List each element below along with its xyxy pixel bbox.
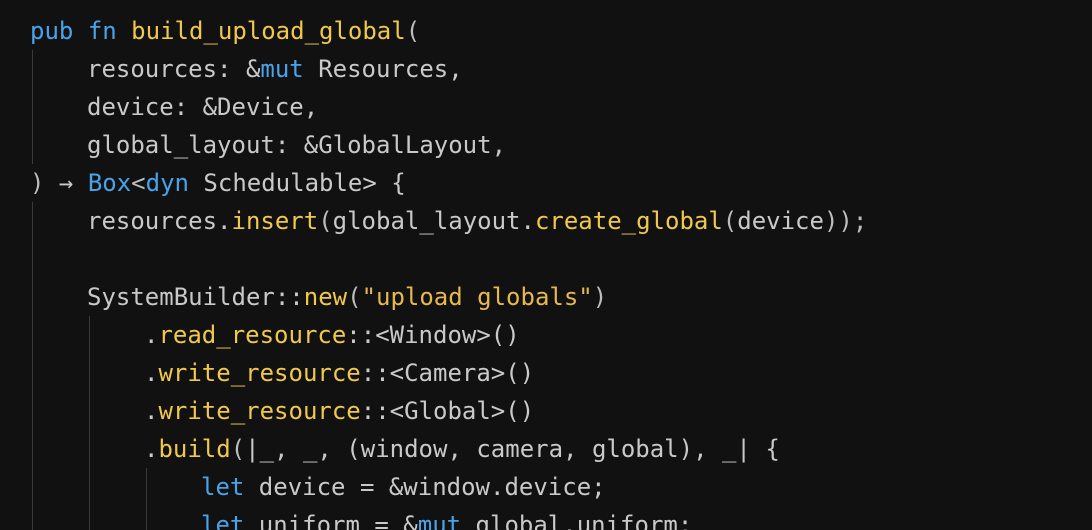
code-token: Box bbox=[87, 169, 132, 197]
code-token: resources. bbox=[87, 207, 232, 235]
code-line-content: device: &Device, bbox=[87, 88, 318, 126]
indent-guide bbox=[89, 430, 90, 468]
code-token: create_global bbox=[534, 207, 723, 235]
code-token: |_, _, (window, camera, global), _| { bbox=[245, 435, 780, 463]
code-token: ( bbox=[230, 435, 246, 463]
code-token: ::<Window>() bbox=[346, 321, 520, 349]
code-line-content: .write_resource::<Camera>() bbox=[144, 354, 534, 392]
indent-guide bbox=[32, 316, 33, 354]
code-token: )); bbox=[823, 207, 868, 235]
indent-guide bbox=[32, 50, 33, 88]
code-token: ::<Global>() bbox=[360, 397, 535, 425]
code-token: fn bbox=[87, 17, 117, 45]
code-token: global_layout: &GlobalLayout, bbox=[87, 131, 507, 159]
indent-guide bbox=[32, 506, 33, 530]
code-line-content: global_layout: &GlobalLayout, bbox=[87, 126, 506, 164]
indent-guide bbox=[32, 202, 33, 240]
code-token: mut bbox=[260, 55, 304, 83]
code-token: . bbox=[144, 321, 159, 349]
code-token: "upload globals" bbox=[361, 283, 593, 311]
code-token: . bbox=[144, 397, 159, 425]
code-token: pub bbox=[30, 17, 74, 45]
code-token: build bbox=[158, 435, 231, 463]
indent-guide bbox=[32, 278, 33, 316]
code-token: let bbox=[201, 511, 245, 530]
code-token: device bbox=[737, 207, 824, 235]
code-line-content: SystemBuilder::new("upload globals") bbox=[87, 278, 607, 316]
code-token: ::<Camera>() bbox=[360, 359, 535, 387]
code-token: device: &Device, bbox=[87, 93, 319, 121]
code-token: resources: & bbox=[87, 55, 261, 83]
code-token: device = &window.device; bbox=[244, 473, 606, 501]
code-token: new bbox=[303, 283, 348, 311]
code-token: mut bbox=[417, 511, 462, 530]
code-line-content: resources: &mut Resources, bbox=[87, 50, 463, 88]
code-editor[interactable]: pub fn build_upload_global(resources: &m… bbox=[0, 0, 1092, 530]
indent-guide bbox=[32, 430, 33, 468]
code-token: global_layout. bbox=[332, 207, 535, 235]
indent-guide bbox=[32, 392, 33, 430]
indent-guide bbox=[146, 506, 147, 530]
indent-guide bbox=[89, 316, 90, 354]
indent-guide bbox=[89, 354, 90, 392]
code-token: ) bbox=[592, 283, 608, 311]
code-token: SystemBuilder:: bbox=[87, 283, 304, 311]
code-token: read_resource bbox=[158, 321, 347, 349]
code-line-content: let uniform = &mut global.uniform; bbox=[201, 506, 692, 530]
code-line-content: .write_resource::<Global>() bbox=[144, 392, 534, 430]
indent-guide bbox=[32, 240, 33, 278]
code-token: < bbox=[131, 169, 146, 197]
code-line-content: let device = &window.device; bbox=[201, 468, 606, 506]
code-token: insert bbox=[231, 207, 319, 235]
code-line-content: resources.insert(global_layout.create_gl… bbox=[87, 202, 867, 240]
code-token: build_upload_global bbox=[131, 17, 406, 45]
code-token: Schedulable> { bbox=[188, 169, 406, 197]
code-token: Resources, bbox=[303, 55, 463, 83]
code-token: . bbox=[144, 435, 159, 463]
indent-guide bbox=[89, 506, 90, 530]
indent-guide bbox=[146, 468, 147, 506]
indent-guide bbox=[89, 392, 90, 430]
code-token: write_resource bbox=[158, 397, 361, 425]
code-token: → bbox=[58, 169, 74, 197]
indent-guide bbox=[89, 468, 90, 506]
code-token: global.uniform; bbox=[461, 511, 693, 530]
code-token: write_resource bbox=[158, 359, 361, 387]
code-token: dyn bbox=[145, 169, 189, 197]
code-line-content: .read_resource::<Window>() bbox=[144, 316, 520, 354]
code-token: ( bbox=[405, 17, 421, 45]
indent-guide bbox=[32, 126, 33, 164]
code-token: ( bbox=[722, 207, 738, 235]
code-token: ) bbox=[30, 169, 59, 197]
indent-guide bbox=[32, 354, 33, 392]
code-token: ( bbox=[318, 207, 333, 235]
code-token: ( bbox=[347, 283, 362, 311]
code-line-content: ) → Box<dyn Schedulable> { bbox=[30, 164, 406, 202]
code-line-content: pub fn build_upload_global( bbox=[30, 12, 420, 50]
code-line-content: .build(|_, _, (window, camera, global), … bbox=[144, 430, 780, 468]
code-token: . bbox=[144, 359, 159, 387]
indent-guide bbox=[32, 88, 33, 126]
indent-guide bbox=[32, 468, 33, 506]
code-token: let bbox=[201, 473, 245, 501]
code-token: uniform = & bbox=[244, 511, 418, 530]
